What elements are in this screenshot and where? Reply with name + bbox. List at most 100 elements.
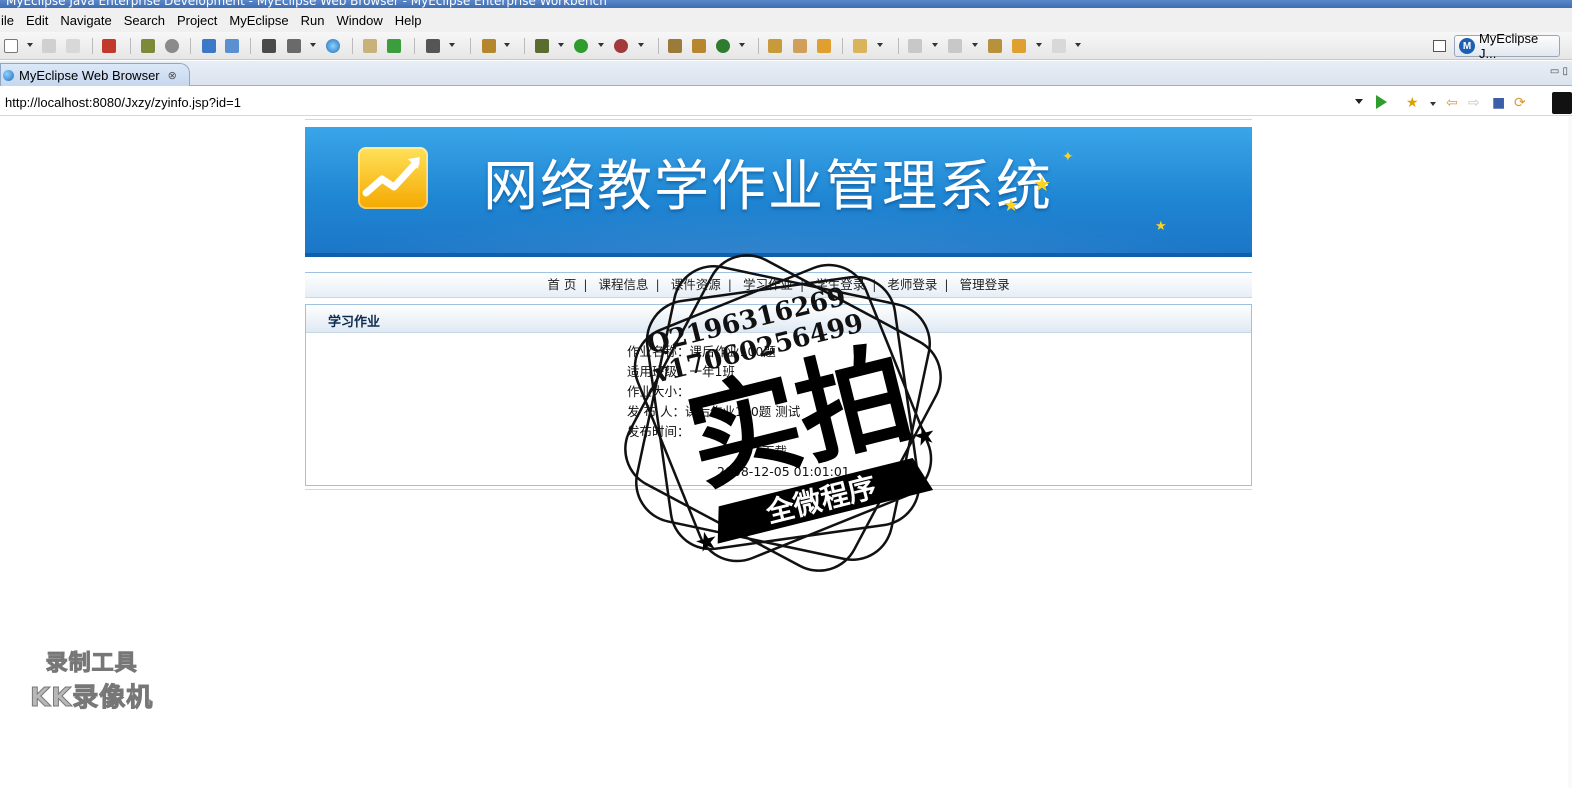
run-dropdown-icon[interactable] (598, 43, 604, 47)
refresh-icon[interactable] (716, 39, 730, 53)
nav-student-login[interactable]: 学生登录 (813, 277, 867, 292)
next-annotation-dropdown-icon[interactable] (932, 43, 938, 47)
search-project-icon[interactable] (225, 39, 239, 53)
web-browser-icon[interactable] (326, 39, 340, 53)
favorites-icon[interactable]: ★ (1406, 95, 1419, 111)
toolbar-separator (190, 38, 191, 54)
open-folder-icon[interactable] (363, 39, 377, 53)
new-icon[interactable] (4, 39, 18, 53)
back-dropdown-icon[interactable] (1036, 43, 1042, 47)
prev-annotation-icon[interactable] (948, 39, 962, 53)
url-input[interactable] (0, 91, 1368, 113)
close-icon[interactable]: ⊗ (168, 69, 177, 82)
stop-icon[interactable]: ■ (1492, 95, 1505, 111)
toolbar-separator (352, 38, 353, 54)
favorites-dropdown-icon[interactable] (1430, 102, 1436, 106)
menu-help[interactable]: Help (389, 13, 428, 28)
top-divider (305, 119, 1252, 120)
site-banner: 网络教学作业管理系统 ✦ ★ ★ ★ (305, 127, 1252, 257)
menu-file[interactable]: ile (0, 13, 20, 28)
new-dropdown-icon[interactable] (27, 43, 33, 47)
site-title: 网络教学作业管理系统 (483, 154, 1054, 218)
last-edit-icon[interactable] (988, 39, 1002, 53)
next-annotation-icon[interactable] (908, 39, 922, 53)
browser-forward-icon[interactable]: ⇨ (1468, 95, 1480, 111)
toolbar-separator (658, 38, 659, 54)
nav-separator: | (655, 277, 660, 292)
url-history-dropdown-icon[interactable] (1355, 99, 1363, 104)
nav-homework[interactable]: 学习作业 (741, 277, 795, 292)
debug-config-icon[interactable] (141, 39, 155, 53)
new-package-icon[interactable] (692, 39, 706, 53)
nav-admin-login[interactable]: 管理登录 (958, 277, 1012, 292)
server-icon[interactable] (165, 39, 179, 53)
folder-dropdown-icon[interactable] (877, 43, 883, 47)
nav-separator: | (583, 277, 588, 292)
browser-refresh-icon[interactable]: ⟳ (1514, 95, 1526, 111)
homework-class: 适用班级：一年1班 (627, 364, 735, 379)
nav-course-info[interactable]: 课程信息 (597, 277, 651, 292)
nav-courseware[interactable]: 课件资源 (669, 277, 723, 292)
vertical-scrollbar[interactable] (1568, 117, 1572, 788)
forward-icon[interactable] (1052, 39, 1066, 53)
myeclipse-logo-icon: M (1459, 38, 1475, 54)
menu-edit[interactable]: Edit (20, 13, 54, 28)
print-icon[interactable] (66, 39, 80, 53)
minimize-maximize-icon[interactable]: ▭ ▯ (1550, 66, 1568, 77)
go-icon[interactable] (1376, 95, 1387, 109)
open-perspective-icon[interactable] (1433, 40, 1446, 52)
tab-myeclipse-web-browser[interactable]: MyEclipse Web Browser ⊗ (0, 63, 190, 86)
nav-teacher-login[interactable]: 老师登录 (885, 277, 939, 292)
new-class-icon[interactable] (482, 39, 496, 53)
run-icon[interactable] (574, 39, 588, 53)
debug-dropdown-icon[interactable] (558, 43, 564, 47)
chart-logo-icon (358, 147, 428, 209)
menu-window[interactable]: Window (331, 13, 389, 28)
nav-separator: | (727, 277, 732, 292)
toolbar-separator (130, 38, 131, 54)
download-link[interactable]: 下载 (762, 442, 787, 462)
run-server-icon[interactable] (287, 39, 301, 53)
refresh-dropdown-icon[interactable] (739, 43, 745, 47)
external-tools-dropdown-icon[interactable] (638, 43, 644, 47)
save-icon[interactable] (42, 39, 56, 53)
bottom-divider (305, 489, 1252, 490)
menu-project[interactable]: Project (171, 13, 223, 28)
site-nav: 首 页 | 课程信息 | 课件资源 | 学习作业 | 学生登录 | 老师登录 | 管理登录 (305, 272, 1252, 298)
toolbar-separator (842, 38, 843, 54)
menu-search[interactable]: Search (118, 13, 171, 28)
panel-title: 学习作业 (328, 315, 381, 330)
camera-dropdown-icon[interactable] (449, 43, 455, 47)
server-manage-icon[interactable] (262, 39, 276, 53)
debug-icon[interactable] (535, 39, 549, 53)
nav-home[interactable]: 首 页 (545, 277, 578, 292)
deploy-icon[interactable] (202, 39, 216, 53)
open-resource-icon[interactable] (817, 39, 831, 53)
run-server-dropdown-icon[interactable] (310, 43, 316, 47)
new-class-dropdown-icon[interactable] (504, 43, 510, 47)
search-icon[interactable] (793, 39, 807, 53)
new-web-project-icon[interactable] (387, 39, 401, 53)
browser-back-icon[interactable]: ⇦ (1446, 95, 1458, 111)
perspective-switcher[interactable]: M MyEclipse J... (1454, 31, 1560, 61)
window-title: MyEclipse Java Enterprise Development - … (6, 0, 607, 8)
external-tools-icon[interactable] (614, 39, 628, 53)
homework-size: 作业大小： (627, 384, 690, 399)
homework-publish-time-label: 发布时间： (627, 424, 690, 439)
browser-toolbar: ★ ⇦ ⇨ ■ ⟳ (0, 88, 1572, 116)
open-type-icon[interactable] (768, 39, 782, 53)
toolbar-separator (414, 38, 415, 54)
back-icon[interactable] (1012, 39, 1026, 53)
forward-dropdown-icon[interactable] (1075, 43, 1081, 47)
package-icon[interactable] (102, 39, 116, 53)
menu-navigate[interactable]: Navigate (54, 13, 117, 28)
menu-run[interactable]: Run (295, 13, 331, 28)
new-java-project-icon[interactable] (668, 39, 682, 53)
prev-annotation-dropdown-icon[interactable] (972, 43, 978, 47)
menu-myeclipse[interactable]: MyEclipse (223, 13, 294, 28)
editor-tab-bar: MyEclipse Web Browser ⊗ ▭ ▯ (0, 61, 1572, 86)
folder-icon[interactable] (853, 39, 867, 53)
camera-icon[interactable] (426, 39, 440, 53)
panel-header: 学习作业 (306, 305, 1251, 333)
main-toolbar: M MyEclipse J... (0, 31, 1572, 61)
